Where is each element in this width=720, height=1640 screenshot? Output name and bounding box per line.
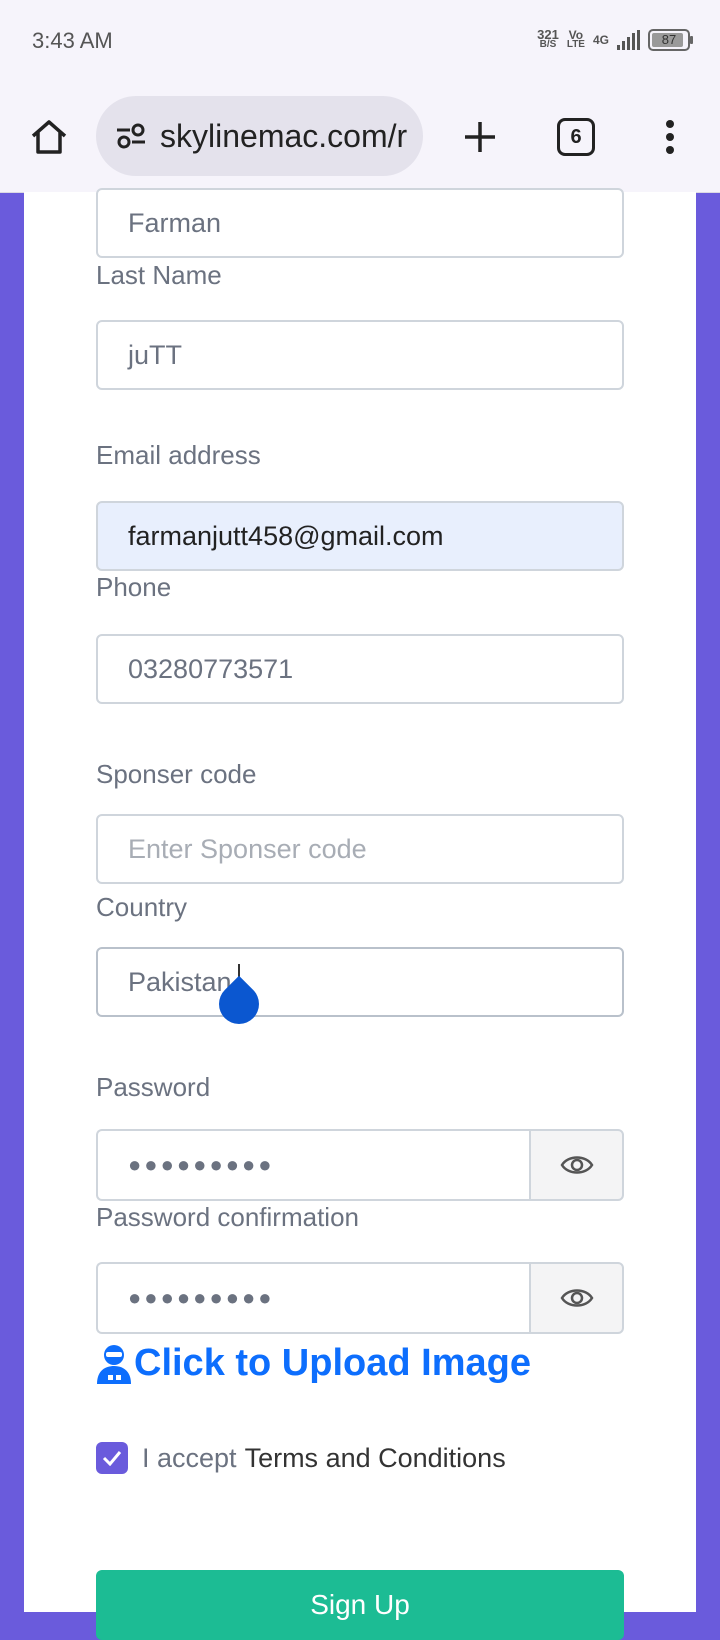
eye-icon (560, 1156, 593, 1174)
terms-checkbox[interactable] (96, 1442, 128, 1474)
tab-count: 6 (557, 118, 595, 156)
more-menu-icon[interactable] (645, 112, 695, 162)
password-label: Password (96, 1072, 211, 1102)
status-icons: 321 B/S Vo LTE 4G 87 (537, 26, 693, 54)
password-confirmation-label: Password confirmation (96, 1202, 359, 1232)
sponser-code-label: Sponser code (96, 759, 257, 789)
password-input[interactable]: ●●●●●●●●● (96, 1129, 529, 1201)
email-input[interactable]: farmanjutt458@gmail.com (96, 501, 624, 571)
last-name-input[interactable]: juTT (96, 320, 624, 390)
phone-input[interactable]: 03280773571 (96, 634, 624, 704)
password-field: ●●●●●●●●● (96, 1129, 624, 1201)
sponser-code-input[interactable]: Enter Sponser code (96, 814, 624, 884)
country-input[interactable]: Pakistan (96, 947, 624, 1017)
sign-up-button[interactable]: Sign Up (96, 1570, 624, 1640)
home-icon[interactable] (24, 112, 74, 162)
battery-icon: 87 (648, 29, 693, 51)
country-value: Pakistan (128, 966, 232, 997)
password-confirmation-field: ●●●●●●●●● (96, 1262, 624, 1334)
eye-icon (560, 1289, 593, 1307)
signup-form-card: Farman Last Name juTT Email address farm… (24, 188, 696, 1640)
checkmark-icon (102, 1451, 122, 1466)
url-bar[interactable]: skylinemac.com/r (96, 96, 423, 176)
show-password-button[interactable] (529, 1129, 624, 1201)
url-text[interactable]: skylinemac.com/r (160, 118, 415, 155)
tabs-icon[interactable]: 6 (551, 112, 601, 162)
site-settings-icon[interactable] (114, 119, 148, 153)
upload-image-link[interactable]: Click to Upload Image (96, 1342, 531, 1385)
user-icon (97, 1344, 131, 1384)
terms-row: I accept Terms and Conditions (96, 1442, 506, 1474)
volte-indicator: Vo LTE (566, 28, 585, 50)
first-name-input[interactable]: Farman (96, 188, 624, 258)
browser-toolbar: skylinemac.com/r 6 (0, 82, 720, 193)
signal-icon (617, 30, 640, 50)
new-tab-icon[interactable] (455, 112, 505, 162)
status-bar: 3:43 AM 321 B/S Vo LTE 4G 87 (0, 0, 720, 82)
password-confirmation-input[interactable]: ●●●●●●●●● (96, 1262, 529, 1334)
network-type: 4G (592, 33, 609, 47)
upload-image-label: Click to Upload Image (134, 1342, 531, 1384)
phone-label: Phone (96, 572, 172, 602)
show-password-confirmation-button[interactable] (529, 1262, 624, 1334)
battery-level: 87 (661, 32, 677, 47)
last-name-label: Last Name (96, 260, 222, 290)
terms-prefix: I accept (142, 1442, 237, 1473)
status-time: 3:43 AM (32, 28, 113, 53)
country-label: Country (96, 892, 188, 922)
net-speed-indicator: 321 B/S (537, 27, 559, 50)
email-label: Email address (96, 440, 261, 470)
terms-link[interactable]: Terms and Conditions (245, 1443, 506, 1474)
